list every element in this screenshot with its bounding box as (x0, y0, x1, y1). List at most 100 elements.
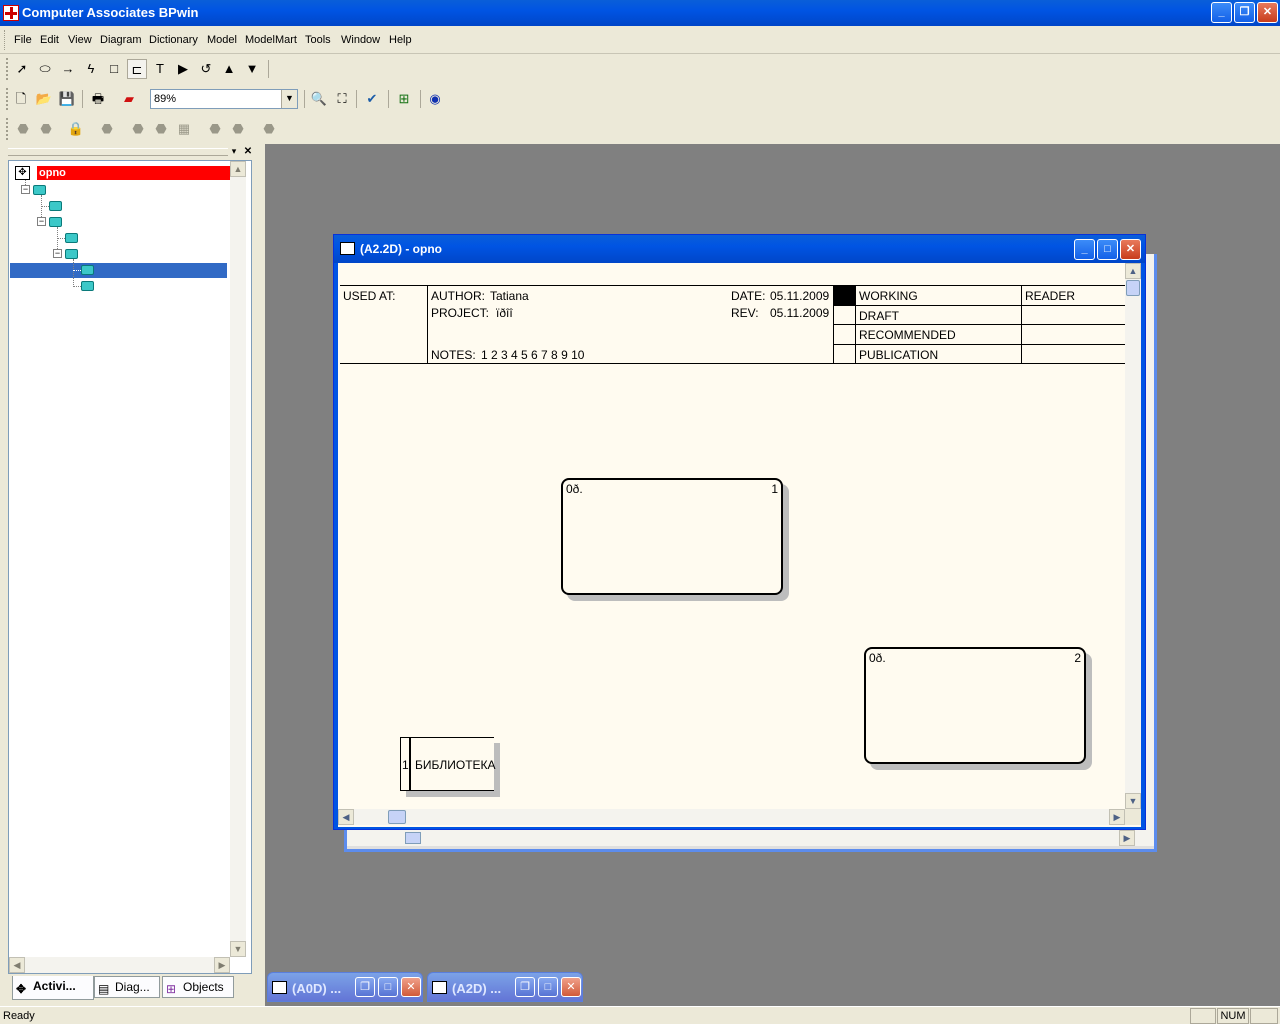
scroll-left-icon[interactable]: ◀ (338, 809, 354, 825)
diagram-window[interactable]: (A2.2D) - opno _ □ ✕ USED AT: AUTHOR: Ta… (333, 234, 1146, 830)
scroll-up-icon[interactable]: ▲ (1125, 263, 1141, 279)
tab-diagrams[interactable]: ▤ Diag... (94, 976, 160, 998)
close-button[interactable]: ✕ (561, 977, 581, 997)
scroll-thumb[interactable] (405, 832, 421, 844)
diagram-minimize-button[interactable]: _ (1074, 239, 1095, 260)
activity-box-1[interactable]: 0ð. 1 (561, 478, 783, 595)
text-tool-icon[interactable]: T (150, 59, 170, 79)
zoom-in-icon[interactable]: 🔍 (309, 89, 329, 109)
squiggle-tool-icon[interactable]: ϟ (81, 59, 101, 79)
scroll-right-icon[interactable]: ▶ (1109, 809, 1125, 825)
diagram-close-button[interactable]: ✕ (1120, 239, 1141, 260)
tab-activities[interactable]: ✥ Activi... (12, 976, 94, 1000)
move-down-icon[interactable]: ▼ (242, 59, 262, 79)
pointer-tool-icon[interactable]: ➚ (12, 59, 32, 79)
mm-users-icon[interactable]: ⬣ (205, 119, 225, 139)
model-explorer-icon[interactable]: ⊞ (394, 89, 414, 109)
menu-file[interactable]: File (14, 34, 32, 46)
restore-button[interactable]: ❐ (355, 977, 375, 997)
frame-divider (855, 286, 856, 364)
print-icon[interactable]: 🖶 (88, 89, 108, 109)
diagram-canvas[interactable]: USED AT: AUTHOR: Tatiana PROJECT: ïðîî D… (338, 263, 1125, 809)
scroll-right-icon[interactable]: ▶ (1119, 830, 1135, 846)
activity-node-icon[interactable] (49, 217, 62, 227)
back-horizontal-scrollbar[interactable]: ▶ (347, 830, 1137, 846)
menu-window[interactable]: Window (341, 34, 380, 46)
menu-diagram[interactable]: Diagram (100, 34, 142, 46)
menu-model[interactable]: Model (207, 34, 237, 46)
diagram-vertical-scrollbar[interactable]: ▲ ▼ (1125, 263, 1141, 809)
diagram-window-titlebar[interactable]: (A2.2D) - opno _ □ ✕ (334, 235, 1145, 263)
scroll-down-icon[interactable]: ▼ (1125, 793, 1141, 809)
mm-open-icon[interactable]: ⬣ (97, 119, 117, 139)
close-button[interactable]: ✕ (1257, 2, 1278, 23)
scroll-up-icon[interactable]: ▲ (230, 161, 246, 177)
save-icon[interactable]: 💾 (57, 89, 77, 109)
scroll-left-icon[interactable]: ◀ (9, 957, 25, 973)
tree-collapse-icon[interactable]: − (21, 185, 30, 194)
mm-grid-icon[interactable]: ▦ (174, 119, 194, 139)
activity-node-icon[interactable] (81, 281, 94, 291)
diagram-horizontal-scrollbar[interactable]: ◀ ▶ (338, 809, 1125, 825)
menu-view[interactable]: View (68, 34, 92, 46)
menu-edit[interactable]: Edit (40, 34, 59, 46)
move-up-icon[interactable]: ▲ (219, 59, 239, 79)
activity-node-icon[interactable] (81, 265, 94, 275)
panel-close-icon[interactable]: ✕ (242, 146, 254, 158)
box-tool-icon[interactable]: □ (104, 59, 124, 79)
color-palette-icon[interactable]: ▰ (119, 89, 139, 109)
scroll-thumb[interactable] (1126, 280, 1140, 296)
ellipse-tool-icon[interactable]: ⬭ (35, 59, 55, 79)
tree-vertical-scrollbar[interactable]: ▲ ▼ (230, 161, 246, 957)
lock-icon[interactable]: 🔒 (66, 119, 86, 139)
mm-disconnect-icon[interactable]: ⬣ (36, 119, 56, 139)
size-grip[interactable] (1125, 809, 1141, 825)
spell-check-icon[interactable]: ✔ (362, 89, 382, 109)
menu-dictionary[interactable]: Dictionary (149, 34, 198, 46)
data-store[interactable]: 1 БИБЛИОТЕКА (400, 737, 496, 791)
panel-dropdown-icon[interactable]: ▾ (228, 146, 240, 158)
activity-node-icon[interactable] (49, 201, 62, 211)
new-file-icon[interactable]: 🗋 (11, 89, 31, 109)
activity-box-2[interactable]: 0ð. 2 (864, 647, 1086, 764)
datastore-tool-icon[interactable]: ⊏ (127, 59, 147, 79)
activity-node-icon[interactable] (33, 185, 46, 195)
status-draft: DRAFT (859, 309, 899, 323)
zoom-select[interactable]: 89% ▼ (150, 89, 298, 109)
scroll-thumb[interactable] (388, 810, 406, 824)
arrow-tool-icon[interactable]: → (58, 59, 78, 79)
activity-node-icon[interactable] (65, 233, 78, 243)
tab-objects[interactable]: ⊞ Objects (162, 976, 234, 998)
activity-node-icon[interactable] (65, 249, 78, 259)
mm-security-icon[interactable]: ⬣ (228, 119, 248, 139)
go-to-sub-diagram-icon[interactable]: ▶ (173, 59, 193, 79)
tree-horizontal-scrollbar[interactable]: ◀ ▶ (9, 957, 230, 973)
tree-collapse-icon[interactable]: − (53, 249, 62, 258)
tree-collapse-icon[interactable]: − (37, 217, 46, 226)
maximize-button[interactable]: □ (538, 977, 558, 997)
mm-merge-icon[interactable]: ⬣ (151, 119, 171, 139)
modelmart-icon[interactable]: ◉ (425, 89, 445, 109)
menu-modelmart[interactable]: ModelMart (245, 34, 297, 46)
menu-tools[interactable]: Tools (305, 34, 331, 46)
mm-save-icon[interactable]: ⬣ (128, 119, 148, 139)
close-button[interactable]: ✕ (401, 977, 421, 997)
minimized-window-a2d[interactable]: (A2D) ... ❐ □ ✕ (427, 972, 583, 1002)
mm-connect-icon[interactable]: ⬣ (13, 119, 33, 139)
mm-library-icon[interactable]: ⬣ (259, 119, 279, 139)
restore-button[interactable]: ❐ (515, 977, 535, 997)
chevron-down-icon[interactable]: ▼ (281, 90, 297, 108)
scroll-down-icon[interactable]: ▼ (230, 941, 246, 957)
zoom-fit-icon[interactable]: ⛶ (332, 89, 352, 109)
activity-tree[interactable]: ✥ opno − − − ▲ ▼ ◀ ▶ (8, 160, 252, 974)
maximize-button[interactable]: □ (378, 977, 398, 997)
go-to-parent-icon[interactable]: ↺ (196, 59, 216, 79)
tree-selected-row[interactable] (10, 263, 227, 278)
restore-button[interactable]: ❐ (1234, 2, 1255, 23)
menu-help[interactable]: Help (389, 34, 412, 46)
open-folder-icon[interactable]: 📂 (34, 89, 54, 109)
scroll-right-icon[interactable]: ▶ (214, 957, 230, 973)
diagram-maximize-button[interactable]: □ (1097, 239, 1118, 260)
minimized-window-a0d[interactable]: (A0D) ... ❐ □ ✕ (267, 972, 423, 1002)
minimize-button[interactable]: _ (1211, 2, 1232, 23)
